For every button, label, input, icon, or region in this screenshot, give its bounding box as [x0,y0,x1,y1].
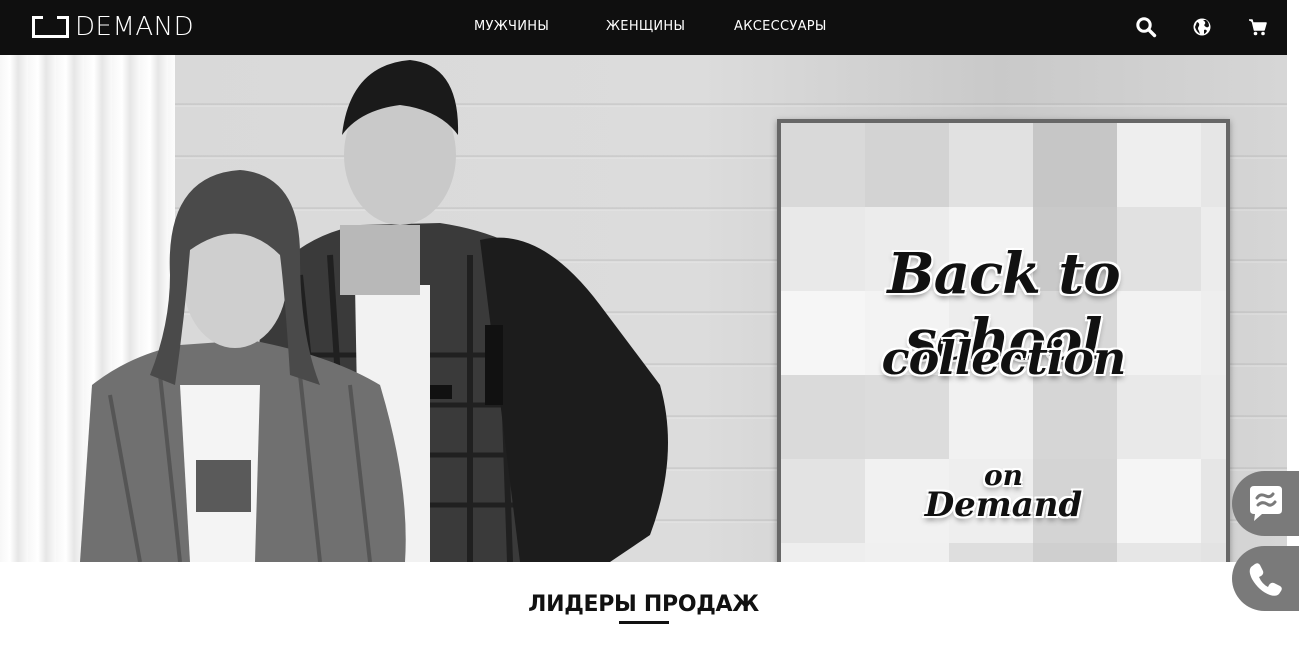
nav-item-accessories[interactable]: АКСЕССУАРЫ [734,19,827,34]
globe-icon[interactable] [1191,16,1213,38]
promo-line-4: Demand [924,485,1083,525]
hero-banner[interactable]: Back to school collection on Demand [0,55,1287,562]
students-photo [80,60,668,562]
chat-button[interactable] [1232,471,1299,536]
section-title-bestsellers: ЛИДЕРЫ ПРОДАЖ [528,592,759,617]
search-icon[interactable] [1135,16,1157,38]
nav-item-men[interactable]: МУЖЧИНЫ [474,19,549,34]
site-logo[interactable]: DEMAND [32,12,194,42]
top-navbar: DEMAND МУЖЧИНЫ ЖЕНЩИНЫ АКСЕССУАРЫ [0,0,1287,55]
nav-item-women[interactable]: ЖЕНЩИНЫ [606,19,685,34]
logo-text: DEMAND [75,12,195,42]
section-title-underline [619,621,669,624]
chat-icon [1250,486,1282,521]
promo-line-2: collection [881,331,1127,385]
page: DEMAND МУЖЧИНЫ ЖЕНЩИНЫ АКСЕССУАРЫ Back t… [0,0,1299,651]
cart-icon[interactable] [1247,16,1269,38]
logo-mark-icon [32,14,69,38]
back-to-school-promo-card[interactable]: Back to school collection on Demand [777,119,1230,562]
